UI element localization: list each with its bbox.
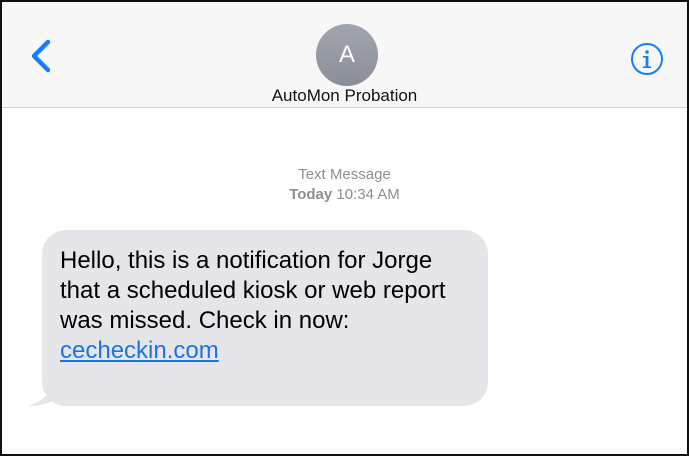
incoming-message-bubble[interactable]: Hello, this is a notification for Jorge … <box>42 230 488 406</box>
back-button[interactable] <box>28 38 56 74</box>
message-text: Hello, this is a notification for Jorge … <box>60 247 446 334</box>
info-circle-icon <box>631 43 663 75</box>
timestamp-day: Today <box>289 186 333 203</box>
messages-window: A AutoMon Probation Text Message Today 1… <box>0 0 689 456</box>
message-link[interactable]: cecheckin.com <box>60 337 219 364</box>
timestamp-time: 10:34 AM <box>336 186 400 203</box>
chevron-left-icon <box>31 39 51 73</box>
info-button[interactable] <box>630 42 664 76</box>
service-label: Text Message <box>298 166 391 183</box>
conversation-header: A AutoMon Probation <box>2 2 687 108</box>
contact-name[interactable]: AutoMon Probation <box>2 86 687 106</box>
avatar[interactable]: A <box>316 24 378 86</box>
timestamp: Today 10:34 AM <box>2 185 687 205</box>
message-metadata: Text Message Today 10:34 AM <box>2 165 687 205</box>
